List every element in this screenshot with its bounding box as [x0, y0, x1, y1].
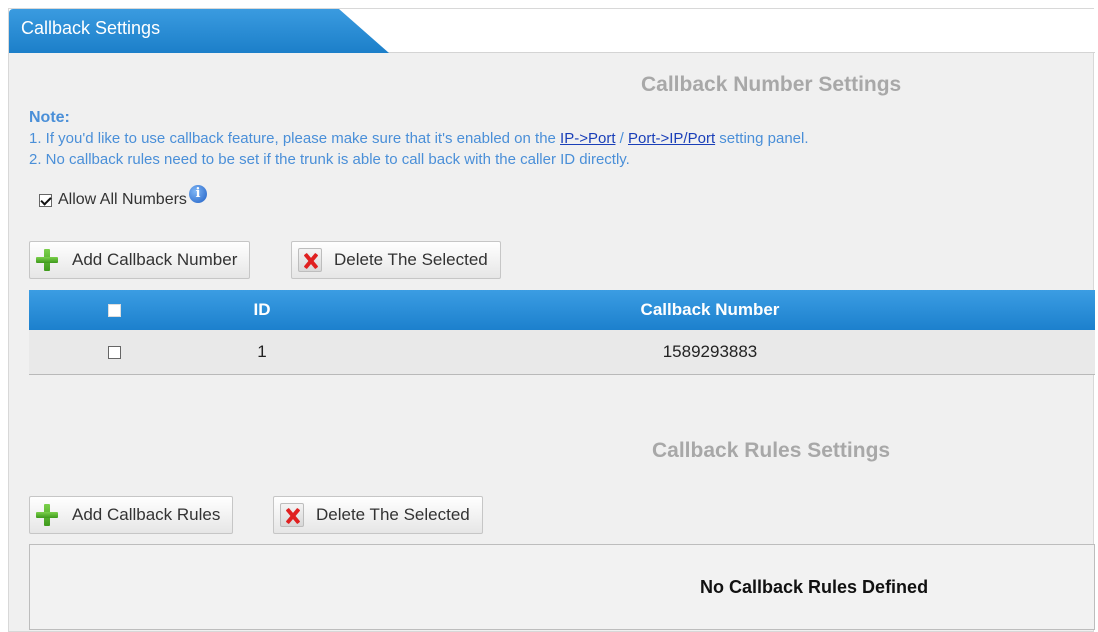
- callback-rules-section-title: Callback Rules Settings: [652, 439, 891, 462]
- row-checkbox[interactable]: [107, 346, 121, 360]
- delete-selected-rules-button[interactable]: Delete The Selected: [273, 496, 483, 534]
- note-line-1-prefix: 1. If you'd like to use callback feature…: [29, 130, 561, 147]
- tab-strip: Callback Settings: [9, 9, 1095, 53]
- select-all-header: [29, 290, 199, 330]
- callback-settings-panel: Callback Settings Callback Number Settin…: [8, 8, 1095, 632]
- info-icon[interactable]: i: [188, 185, 207, 203]
- table-row[interactable]: 1 1589293883: [29, 330, 1095, 375]
- delete-icon: [280, 503, 304, 527]
- allow-all-numbers-label: Allow All Numbers: [58, 191, 187, 208]
- callback-number-column-header: Callback Number: [325, 290, 1095, 330]
- row-select-cell: [29, 330, 199, 375]
- note-line-2: 2. No callback rules need to be set if t…: [29, 151, 630, 168]
- allow-all-numbers-checkbox[interactable]: [39, 193, 52, 207]
- note-label: Note:: [29, 109, 70, 126]
- add-callback-rules-button[interactable]: Add Callback Rules: [29, 496, 234, 534]
- tab-callback-settings[interactable]: Callback Settings: [9, 9, 389, 53]
- ip-port-link[interactable]: IP->Port: [560, 130, 615, 147]
- row-callback-number: 1589293883: [325, 330, 1095, 375]
- no-rules-message: No Callback Rules Defined: [700, 577, 929, 597]
- row-id: 1: [199, 330, 325, 375]
- add-callback-rules-label: Add Callback Rules: [72, 505, 221, 524]
- callback-number-section-title: Callback Number Settings: [641, 73, 902, 96]
- port-ip-port-link[interactable]: Port->IP/Port: [628, 130, 715, 147]
- note-separator: /: [615, 130, 628, 147]
- callback-number-table: ID Callback Number 1 1589293883: [29, 290, 1095, 375]
- note-line-1-suffix: setting panel.: [715, 130, 809, 147]
- delete-selected-numbers-label: Delete The Selected: [334, 250, 488, 269]
- table-header-row: ID Callback Number: [29, 290, 1095, 330]
- callback-rules-list: No Callback Rules Defined: [29, 544, 1095, 630]
- delete-selected-rules-label: Delete The Selected: [316, 505, 470, 524]
- id-column-header: ID: [199, 290, 325, 330]
- add-callback-number-button[interactable]: Add Callback Number: [29, 241, 251, 279]
- note-line-1: 1. If you'd like to use callback feature…: [29, 128, 809, 149]
- note-block: Note: 1. If you'd like to use callback f…: [29, 107, 809, 170]
- delete-icon: [298, 248, 322, 272]
- add-callback-number-label: Add Callback Number: [72, 250, 238, 269]
- plus-icon: [36, 504, 58, 526]
- plus-icon: [36, 249, 58, 271]
- select-all-checkbox[interactable]: [107, 304, 121, 318]
- delete-selected-numbers-button[interactable]: Delete The Selected: [291, 241, 501, 279]
- allow-all-numbers: Allow All Numbers i: [39, 185, 207, 209]
